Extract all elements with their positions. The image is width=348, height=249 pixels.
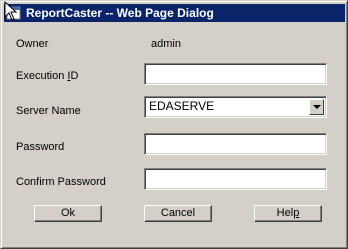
window-title: ReportCaster -- Web Page Dialog (26, 6, 214, 20)
server-name-select[interactable]: EDASERVE (144, 96, 327, 118)
server-name-label: Server Name (16, 105, 81, 117)
confirm-password-label: Confirm Password (16, 176, 106, 188)
password-input[interactable] (144, 133, 327, 155)
chevron-down-icon (313, 105, 321, 109)
password-label: Password (16, 141, 65, 153)
ok-button[interactable]: Ok (34, 205, 102, 222)
title-bar[interactable]: ReportCaster -- Web Page Dialog (4, 4, 345, 22)
owner-label: Owner (16, 38, 49, 50)
server-name-selected-value: EDASERVE (149, 99, 215, 113)
execution-id-label: Execution ID (16, 70, 79, 82)
owner-value: admin (151, 38, 181, 50)
execution-id-input[interactable] (144, 63, 327, 85)
cancel-button[interactable]: Cancel (144, 205, 212, 222)
help-button[interactable]: Help (254, 205, 322, 222)
dialog-window: ReportCaster -- Web Page Dialog Owner ad… (0, 0, 348, 249)
confirm-password-input[interactable] (144, 168, 327, 190)
mouse-cursor-icon (4, 0, 18, 21)
dropdown-button[interactable] (309, 99, 324, 115)
